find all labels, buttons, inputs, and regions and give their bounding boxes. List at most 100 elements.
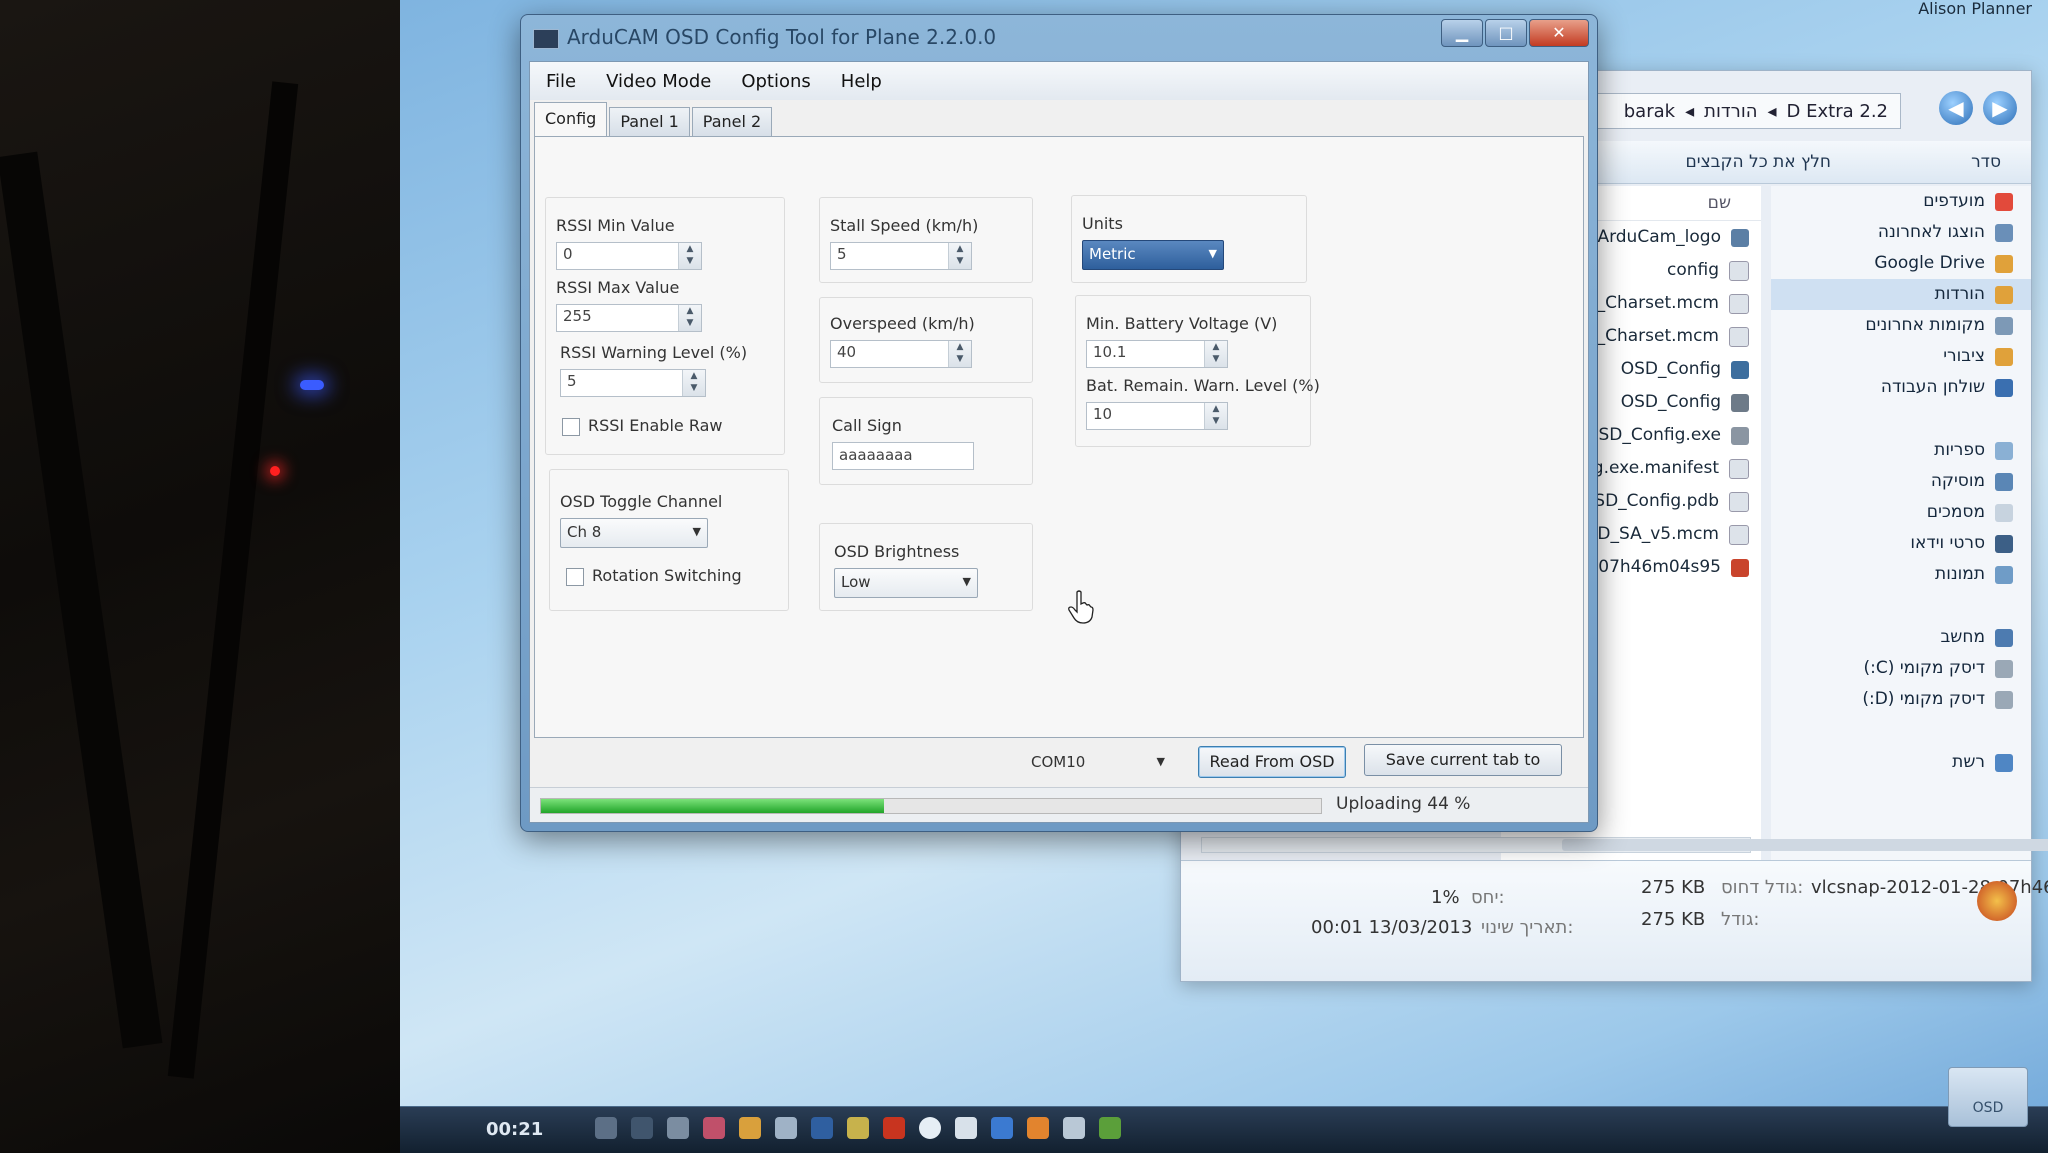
library-icon bbox=[1995, 441, 2013, 460]
overspeed-spinner[interactable]: 40 ▲ ▼ bbox=[830, 340, 972, 368]
rssi-warning-spinner[interactable]: 5 ▲ ▼ bbox=[560, 369, 706, 397]
sidebar-item-drive-d[interactable]: דיסק מקומי (D:) bbox=[1771, 684, 2031, 715]
brightness-select[interactable]: Low ▼ bbox=[834, 568, 978, 598]
detail-size: 275 KB bbox=[1641, 877, 1706, 898]
sidebar-item-documents[interactable]: מסמכים bbox=[1771, 497, 2031, 528]
sidebar-item-music[interactable]: מוסיקה bbox=[1771, 466, 2031, 497]
maximize-icon[interactable]: □ bbox=[1485, 19, 1527, 47]
call-sign-label: Call Sign bbox=[832, 416, 902, 435]
back-icon[interactable]: ◀ bbox=[1939, 91, 1973, 125]
tool-icon[interactable] bbox=[847, 1117, 869, 1139]
caption-buttons: ▁ □ ✕ bbox=[1441, 19, 1589, 47]
units-select[interactable]: Metric ▼ bbox=[1082, 240, 1224, 270]
spin-arrows-icon[interactable]: ▲ ▼ bbox=[682, 370, 705, 396]
address-part[interactable]: D Extra 2.2 bbox=[1787, 101, 1888, 122]
menu-options[interactable]: Options bbox=[725, 71, 824, 92]
desk-frame bbox=[0, 151, 163, 1049]
app-tray-icon[interactable] bbox=[703, 1117, 725, 1139]
sidebar-item-google-drive[interactable]: Google Drive bbox=[1771, 248, 2031, 279]
arducam-config-window[interactable]: ArduCAM OSD Config Tool for Plane 2.2.0.… bbox=[520, 14, 1598, 832]
detail-size2: 275 KB bbox=[1641, 909, 1706, 930]
horizontal-scrollbar[interactable] bbox=[1201, 837, 2048, 853]
scroll-thumb[interactable] bbox=[1562, 839, 2048, 851]
spin-arrows-icon[interactable]: ▲ ▼ bbox=[678, 305, 701, 331]
bat-remain-spinner[interactable]: 10 ▲ ▼ bbox=[1086, 402, 1228, 430]
sidebar-item-favorites[interactable]: מועדפים bbox=[1771, 186, 2031, 217]
search-icon[interactable] bbox=[919, 1117, 941, 1139]
osd-toggle-group: OSD Toggle Channel Ch 8 ▼ Rotation Switch… bbox=[549, 469, 789, 611]
sidebar-item-computer[interactable]: מחשב bbox=[1771, 622, 2031, 653]
computer-icon bbox=[1995, 628, 2013, 647]
forward-icon[interactable]: ▶ bbox=[1983, 91, 2017, 125]
stall-speed-spinner[interactable]: 5 ▲ ▼ bbox=[830, 242, 972, 270]
sidebar-item-recent[interactable]: הוצגו לאחרונה bbox=[1771, 217, 2031, 248]
rotation-switching-checkbox[interactable] bbox=[566, 568, 584, 586]
min-battery-spinner[interactable]: 10.1 ▲ ▼ bbox=[1086, 340, 1228, 368]
sidebar-item-recent-places[interactable]: מקומות אחרונים bbox=[1771, 310, 2031, 341]
sidebar-item-libraries[interactable]: ספריות bbox=[1771, 435, 2031, 466]
file-icon bbox=[1729, 524, 1749, 545]
overspeed-label: Overspeed (km/h) bbox=[830, 314, 975, 333]
save-current-tab-button[interactable]: Save current tab to bbox=[1364, 744, 1562, 776]
tab-panel-2[interactable]: Panel 2 bbox=[691, 107, 773, 136]
detail-ratio-label: יחס: bbox=[1471, 887, 1505, 908]
chrome-icon[interactable] bbox=[739, 1117, 761, 1139]
menu-file[interactable]: File bbox=[530, 71, 590, 92]
sidebar-item-pictures[interactable]: תמונות bbox=[1771, 559, 2031, 590]
sidebar-item-public[interactable]: ציבורי bbox=[1771, 341, 2031, 372]
tab-panel-1[interactable]: Panel 1 bbox=[609, 107, 690, 136]
organize-button[interactable]: סדר bbox=[1971, 152, 2001, 172]
clipboard-icon[interactable] bbox=[667, 1117, 689, 1139]
address-part[interactable]: barak bbox=[1624, 101, 1675, 122]
address-part[interactable]: הורדות bbox=[1704, 101, 1757, 122]
minimize-icon[interactable]: ▁ bbox=[1441, 19, 1483, 47]
file-icon bbox=[1729, 458, 1749, 479]
menu-bar: File Video Mode Options Help bbox=[530, 62, 1588, 100]
rssi-enable-raw-checkbox[interactable] bbox=[562, 418, 580, 436]
volume-icon[interactable] bbox=[595, 1117, 617, 1139]
shield-icon[interactable] bbox=[1063, 1117, 1085, 1139]
spin-arrows-icon[interactable]: ▲ ▼ bbox=[1204, 341, 1227, 367]
read-from-osd-button[interactable]: Read From OSD bbox=[1198, 746, 1346, 778]
flag-icon[interactable] bbox=[775, 1117, 797, 1139]
menu-help[interactable]: Help bbox=[825, 71, 896, 92]
com-port-select[interactable]: COM10 ▼ bbox=[1024, 748, 1172, 778]
sidebar-item-videos[interactable]: סרטי וידאו bbox=[1771, 528, 2031, 559]
network-tray-icon[interactable] bbox=[631, 1117, 653, 1139]
sidebar-item-desktop[interactable]: שולחן העבודה bbox=[1771, 372, 2031, 403]
spin-arrows-icon[interactable]: ▲ ▼ bbox=[1204, 403, 1227, 429]
bluetooth-icon[interactable] bbox=[991, 1117, 1013, 1139]
rssi-max-spinner[interactable]: 255 ▲ ▼ bbox=[556, 304, 702, 332]
brightness-group: OSD Brightness Low ▼ bbox=[819, 523, 1033, 611]
config-file-icon bbox=[1731, 393, 1749, 412]
taskbar: 00:21 OSD bbox=[400, 1067, 2048, 1153]
folder-icon bbox=[1995, 285, 2013, 304]
progress-fill bbox=[541, 799, 885, 813]
close-icon[interactable]: ✕ bbox=[1529, 19, 1589, 47]
sidebar-item-drive-c[interactable]: דיסק מקומי (C:) bbox=[1771, 653, 2031, 684]
rssi-min-spinner[interactable]: 0 ▲ ▼ bbox=[556, 242, 702, 270]
title-bar[interactable]: ArduCAM OSD Config Tool for Plane 2.2.0.… bbox=[521, 15, 1597, 61]
pdf-icon[interactable] bbox=[883, 1117, 905, 1139]
call-sign-input[interactable]: aaaaaaaa bbox=[832, 442, 974, 470]
chevron-down-icon: ▼ bbox=[1156, 755, 1165, 768]
spin-arrows-icon[interactable]: ▲ ▼ bbox=[678, 243, 701, 269]
taskbar-clock[interactable]: 00:21 bbox=[486, 1119, 543, 1140]
folder-icon[interactable] bbox=[1027, 1117, 1049, 1139]
folder-icon bbox=[1995, 254, 2013, 273]
security-icon[interactable] bbox=[1099, 1117, 1121, 1139]
tab-config[interactable]: Config bbox=[534, 102, 608, 136]
units-group: Units Metric ▼ bbox=[1071, 195, 1307, 283]
spin-arrows-icon[interactable]: ▲ ▼ bbox=[948, 341, 971, 367]
spin-arrows-icon[interactable]: ▲ ▼ bbox=[948, 243, 971, 269]
menu-video-mode[interactable]: Video Mode bbox=[590, 71, 725, 92]
video-icon bbox=[1995, 534, 2013, 553]
monitor-icon[interactable] bbox=[811, 1117, 833, 1139]
sidebar-item-downloads[interactable]: הורדות bbox=[1771, 279, 2031, 310]
osd-toggle-channel-select[interactable]: Ch 8 ▼ bbox=[560, 518, 708, 548]
sidebar-item-network[interactable]: רשת bbox=[1771, 747, 2031, 778]
taskbar-osd-button[interactable]: OSD bbox=[1948, 1067, 2028, 1127]
extract-all-button[interactable]: חלץ את כל הקבצים bbox=[1685, 152, 1831, 172]
window-icon[interactable] bbox=[955, 1117, 977, 1139]
rssi-max-label: RSSI Max Value bbox=[556, 278, 680, 297]
